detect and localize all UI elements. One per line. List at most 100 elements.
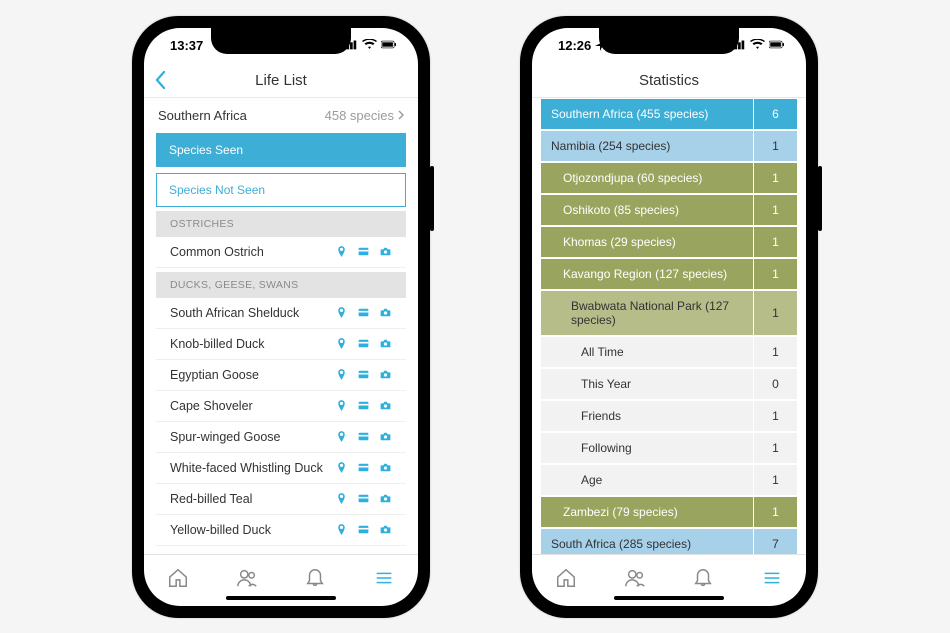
stat-row[interactable]: This Year0 (540, 368, 798, 400)
species-row[interactable]: Red-billed Teal (156, 484, 406, 515)
back-button[interactable] (154, 70, 166, 95)
page-title: Life List (255, 72, 307, 89)
stat-row[interactable]: Zambezi (79 species)1 (540, 496, 798, 528)
camera-icon[interactable] (378, 337, 392, 351)
home-indicator[interactable] (614, 596, 724, 600)
home-indicator[interactable] (226, 596, 336, 600)
stat-row[interactable]: Khomas (29 species)1 (540, 226, 798, 258)
tab-friends[interactable] (236, 567, 258, 594)
pin-icon[interactable] (334, 306, 348, 320)
camera-icon[interactable] (378, 399, 392, 413)
species-name: Egyptian Goose (170, 368, 259, 382)
stat-row[interactable]: All Time1 (540, 336, 798, 368)
card-icon[interactable] (356, 337, 370, 351)
phone-right: 12:26 Statistics Southern Africa (455 sp… (520, 16, 818, 618)
stat-label: Namibia (254 species) (541, 131, 753, 161)
stat-row[interactable]: Age1 (540, 464, 798, 496)
stat-row[interactable]: Otjozondjupa (60 species)1 (540, 162, 798, 194)
species-row[interactable]: White-faced Whistling Duck (156, 453, 406, 484)
nav-bar: Life List (144, 64, 418, 98)
species-name: White-faced Whistling Duck (170, 461, 323, 475)
species-row[interactable]: Spur-winged Goose (156, 422, 406, 453)
stat-count: 1 (753, 291, 797, 335)
card-icon[interactable] (356, 306, 370, 320)
species-name: Yellow-billed Duck (170, 523, 271, 537)
species-row[interactable]: Common Ostrich (156, 237, 406, 268)
species-row[interactable]: Cape Teal (156, 546, 406, 554)
stat-label: All Time (541, 337, 753, 367)
status-time: 12:26 (558, 38, 605, 53)
pin-icon[interactable] (334, 337, 348, 351)
stat-label: Age (541, 465, 753, 495)
tab-friends[interactable] (624, 567, 646, 594)
camera-icon[interactable] (378, 492, 392, 506)
stat-row[interactable]: Southern Africa (455 species)6 (540, 98, 798, 130)
species-icons (334, 523, 392, 537)
species-name: Spur-winged Goose (170, 430, 280, 444)
species-row[interactable]: South African Shelduck (156, 298, 406, 329)
filters: Species Seen Species Not Seen (144, 133, 418, 207)
region-selector[interactable]: Southern Africa 458 species (144, 98, 418, 133)
pin-icon[interactable] (334, 245, 348, 259)
species-list[interactable]: OSTRICHESCommon Ostrich DUCKS, GEESE, SW… (144, 207, 418, 554)
species-icons (334, 430, 392, 444)
stat-count: 1 (753, 401, 797, 431)
battery-icon (381, 38, 396, 53)
stat-row[interactable]: Namibia (254 species)1 (540, 130, 798, 162)
stat-count: 7 (753, 529, 797, 554)
card-icon[interactable] (356, 461, 370, 475)
nav-bar: Statistics (532, 64, 806, 98)
tab-home[interactable] (167, 567, 189, 594)
pin-icon[interactable] (334, 492, 348, 506)
tab-home[interactable] (555, 567, 577, 594)
tab-alerts[interactable] (692, 567, 714, 594)
stat-row[interactable]: Bwabwata National Park (127 species)1 (540, 290, 798, 336)
statistics-list[interactable]: Southern Africa (455 species)6Namibia (2… (532, 98, 806, 554)
pin-icon[interactable] (334, 368, 348, 382)
chevron-right-icon (398, 110, 404, 120)
camera-icon[interactable] (378, 523, 392, 537)
pin-icon[interactable] (334, 430, 348, 444)
species-name: Knob-billed Duck (170, 337, 265, 351)
stat-row[interactable]: South Africa (285 species)7 (540, 528, 798, 554)
camera-icon[interactable] (378, 368, 392, 382)
tab-menu[interactable] (761, 567, 783, 594)
card-icon[interactable] (356, 523, 370, 537)
tab-alerts[interactable] (304, 567, 326, 594)
notch (599, 28, 739, 54)
species-not-seen-button[interactable]: Species Not Seen (156, 173, 406, 207)
page-title: Statistics (639, 72, 699, 89)
pin-icon[interactable] (334, 523, 348, 537)
camera-icon[interactable] (378, 430, 392, 444)
region-name: Southern Africa (158, 108, 247, 123)
battery-icon (769, 38, 784, 53)
stat-row[interactable]: Friends1 (540, 400, 798, 432)
species-row[interactable]: Cape Shoveler (156, 391, 406, 422)
card-icon[interactable] (356, 399, 370, 413)
camera-icon[interactable] (378, 245, 392, 259)
card-icon[interactable] (356, 245, 370, 259)
species-row[interactable]: Yellow-billed Duck (156, 515, 406, 546)
card-icon[interactable] (356, 368, 370, 382)
card-icon[interactable] (356, 492, 370, 506)
camera-icon[interactable] (378, 306, 392, 320)
card-icon[interactable] (356, 430, 370, 444)
species-row[interactable]: Egyptian Goose (156, 360, 406, 391)
stat-label: Kavango Region (127 species) (541, 259, 753, 289)
tab-menu[interactable] (373, 567, 395, 594)
species-name: Cape Shoveler (170, 399, 253, 413)
camera-icon[interactable] (378, 461, 392, 475)
stat-row[interactable]: Oshikoto (85 species)1 (540, 194, 798, 226)
species-seen-button[interactable]: Species Seen (156, 133, 406, 167)
stat-count: 1 (753, 337, 797, 367)
status-icons (343, 38, 396, 53)
species-row[interactable]: Knob-billed Duck (156, 329, 406, 360)
stat-row[interactable]: Kavango Region (127 species)1 (540, 258, 798, 290)
wifi-icon (362, 38, 377, 53)
pin-icon[interactable] (334, 399, 348, 413)
stat-count: 0 (753, 369, 797, 399)
stat-row[interactable]: Following1 (540, 432, 798, 464)
species-icons (334, 492, 392, 506)
pin-icon[interactable] (334, 461, 348, 475)
stat-count: 1 (753, 433, 797, 463)
